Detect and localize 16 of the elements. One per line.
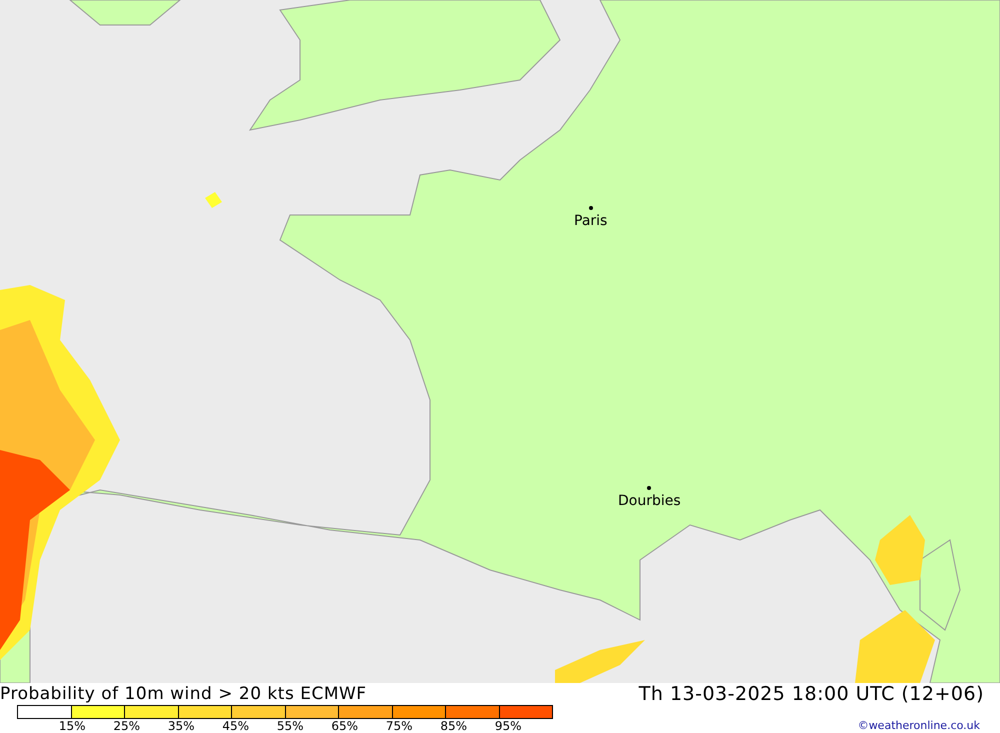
city-label: Paris xyxy=(574,213,608,229)
legend-label: 95% xyxy=(494,719,523,733)
legend-label: 55% xyxy=(276,719,305,733)
legend-label: 85% xyxy=(439,719,468,733)
legend-label: 25% xyxy=(112,719,142,733)
legend-label: 65% xyxy=(330,719,360,733)
credit-text: ©weatheronline.co.uk xyxy=(858,719,980,732)
valid-time: Th 13-03-2025 18:00 UTC (12+06) xyxy=(638,683,984,705)
legend-label: 35% xyxy=(166,719,196,733)
legend-label: 75% xyxy=(384,719,414,733)
city-dot xyxy=(588,206,593,210)
city-dot xyxy=(647,486,652,490)
map-title: Probability of 10m wind > 20 kts ECMWF xyxy=(0,684,367,704)
city-label: Dourbies xyxy=(618,493,681,509)
legend-label: 15% xyxy=(58,719,87,733)
legend-label: 45% xyxy=(221,719,250,733)
